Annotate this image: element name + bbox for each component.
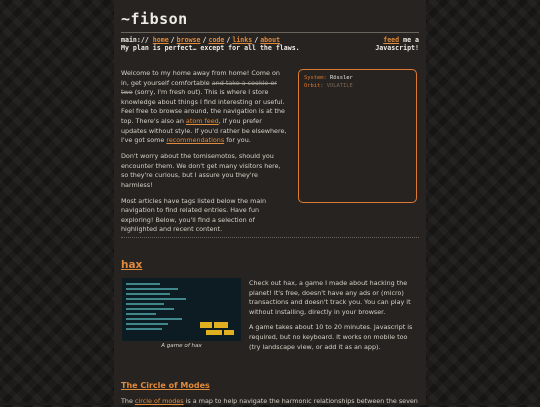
circle-section-title[interactable]: The Circle of Modes [121,381,210,390]
atom-feed-link[interactable]: atom feed [186,117,219,125]
intro-text-part: for you. [224,136,251,145]
hax-description: Check out hax, a game I made about hacki… [249,279,419,358]
system-label: System: [304,75,327,81]
hax-section-title[interactable]: hax [121,259,142,271]
orbit-value: VOLATILE [326,83,353,89]
circle-text-part: The [121,397,135,405]
site-title[interactable]: ~fibson [121,10,188,28]
nav-link-about[interactable]: about [260,36,280,44]
hax-screenshot[interactable] [122,278,241,341]
nav-link-home[interactable]: home [153,36,169,44]
tagline-row: My plan is perfect… except for all the f… [121,44,419,54]
hax-text-part: Check out [249,279,284,287]
circle-description: The circle of modes is a map to help nav… [121,397,419,407]
section-divider [121,237,419,238]
feed-suffix: me a [403,36,419,44]
circle-text-part: is a map to help navigate the harmonic r… [183,397,418,405]
nav-link-code[interactable]: code [208,36,224,44]
nav-link-browse[interactable]: browse [177,36,201,44]
hax-paragraph-2: A game takes about 10 to 20 minutes. Jav… [249,323,413,351]
intro-text: Welcome to my home away from home! Come … [121,69,287,241]
circle-of-modes-link[interactable]: circle of modes [135,397,184,405]
hax-paragraph-1: Check out hax, a game I made about hacki… [249,279,419,317]
intro-paragraph-1: Welcome to my home away from home! Come … [121,69,287,146]
system-line: System: Rössler [304,74,411,82]
nav-prefix: main:// [121,36,149,44]
title-divider [121,32,419,33]
orbit-line: Orbit: VOLATILE [304,82,411,90]
intro-paragraph-2: Don't worry about the tomisemotos, shoul… [121,151,281,189]
feed-area: feed me a [383,36,419,44]
orbit-label: Orbit: [304,83,324,89]
hax-link[interactable]: hax [283,279,295,287]
page-column: ~fibson main:// home / browse / code / links / a… [114,0,426,405]
nav-separator: / [254,36,259,44]
nav-separator: / [170,36,175,44]
feed-link[interactable]: feed [383,36,399,44]
site-tagline: My plan is perfect… except for all the f… [121,44,300,52]
recommendations-link[interactable]: recommendations [166,136,224,144]
intro-paragraph-3: Most articles have tags listed below the… [121,196,267,234]
hax-caption: A game of hax [161,343,202,349]
javascript-note: Javascript! [375,44,419,52]
nav-link-links[interactable]: links [232,36,252,44]
system-value: Rössler [329,75,353,81]
system-panel: System: Rössler Orbit: VOLATILE [298,69,417,203]
